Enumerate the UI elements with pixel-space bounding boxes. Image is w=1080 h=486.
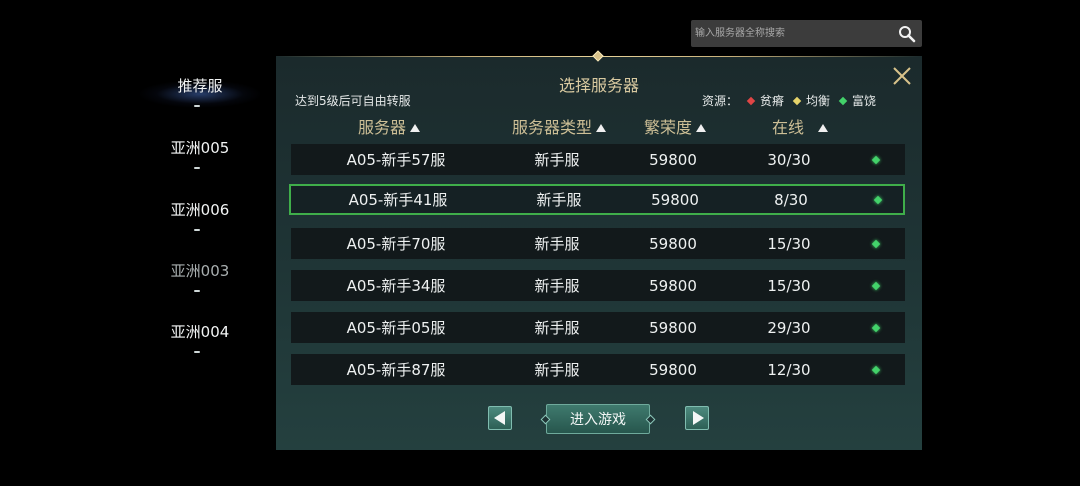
server-name: A05-新手05服	[346, 319, 446, 337]
server-search-input[interactable]	[691, 20, 891, 47]
sort-header-type[interactable]: 服务器类型	[512, 116, 607, 140]
sort-header-server[interactable]: 服务器	[358, 116, 421, 140]
server-type: 新手服	[534, 319, 580, 337]
header-label: 在线	[772, 118, 805, 137]
server-type: 新手服	[534, 361, 580, 379]
enter-game-button[interactable]: 进入游戏	[540, 404, 656, 434]
button-ornament	[540, 414, 551, 425]
server-prosperity: 59800	[649, 276, 697, 295]
transfer-note: 达到5级后可自由转服	[295, 94, 411, 108]
legend-item-label: 贫瘠	[760, 94, 785, 108]
server-prosperity: 59800	[651, 190, 699, 209]
sort-up-icon	[410, 124, 421, 132]
server-online: 12/30	[767, 360, 811, 379]
legend-item-balanced: 均衡	[792, 92, 831, 109]
resource-status	[853, 144, 899, 175]
server-type: 新手服	[536, 191, 582, 209]
green-diamond-icon	[871, 239, 881, 248]
server-row[interactable]: A05-新手34服 新手服 59800 15/30	[291, 270, 905, 301]
server-name: A05-新手70服	[346, 235, 446, 253]
region-tab-asia004[interactable]: 亚洲004	[140, 316, 260, 356]
region-tab-label: 亚洲003	[170, 262, 230, 280]
region-tab-indicator	[194, 105, 200, 107]
search-icon[interactable]	[898, 25, 916, 43]
server-online: 29/30	[767, 318, 811, 337]
legend-item-rich: 富饶	[838, 92, 877, 109]
resource-status	[853, 228, 899, 259]
resource-legend: 资源： 贫瘠 均衡 富饶	[702, 92, 876, 109]
sort-up-icon	[596, 124, 607, 132]
header-label: 繁荣度	[644, 118, 693, 137]
region-tab-asia005[interactable]: 亚洲005	[140, 132, 260, 172]
server-row[interactable]: A05-新手05服 新手服 59800 29/30	[291, 312, 905, 343]
server-row[interactable]: A05-新手87服 新手服 59800 12/30	[291, 354, 905, 385]
sort-up-icon	[696, 124, 707, 132]
green-diamond-icon	[871, 155, 881, 164]
server-online: 15/30	[767, 276, 811, 295]
sort-header-prosperity[interactable]: 繁荣度	[644, 116, 707, 140]
red-diamond-icon	[746, 96, 756, 105]
server-name: A05-新手57服	[346, 151, 446, 169]
region-tab-label: 推荐服	[177, 77, 223, 95]
sort-header-online[interactable]: 在线	[772, 116, 829, 140]
green-diamond-icon	[873, 195, 883, 204]
prev-page-button[interactable]	[488, 406, 512, 430]
region-tab-indicator	[194, 167, 200, 169]
green-diamond-icon	[838, 96, 848, 105]
green-diamond-icon	[871, 365, 881, 374]
panel-top-gem	[592, 50, 604, 62]
server-prosperity: 59800	[649, 150, 697, 169]
green-diamond-icon	[871, 281, 881, 290]
server-name: A05-新手87服	[346, 361, 446, 379]
server-row-selected[interactable]: A05-新手41服 新手服 59800 8/30	[289, 184, 905, 215]
legend-item-label: 富饶	[852, 94, 877, 108]
button-ornament	[645, 414, 656, 425]
region-tab-indicator	[194, 229, 200, 231]
header-label: 服务器类型	[512, 118, 593, 137]
region-tab-label: 亚洲004	[170, 323, 230, 341]
server-row[interactable]: A05-新手70服 新手服 59800 15/30	[291, 228, 905, 259]
server-online: 30/30	[767, 150, 811, 169]
resource-status	[853, 312, 899, 343]
server-select-panel: 选择服务器 达到5级后可自由转服 资源： 贫瘠 均衡 富饶 服务器 服务器类型	[276, 50, 922, 450]
close-icon[interactable]	[891, 65, 913, 87]
server-online: 15/30	[767, 234, 811, 253]
resource-status	[853, 354, 899, 385]
legend-item-label: 均衡	[806, 94, 831, 108]
server-name: A05-新手34服	[346, 277, 446, 295]
legend-label: 资源：	[702, 94, 739, 108]
region-tab-asia006[interactable]: 亚洲006	[140, 194, 260, 234]
enter-game-label: 进入游戏	[570, 412, 626, 428]
region-tab-indicator	[194, 290, 200, 292]
resource-status	[853, 270, 899, 301]
header-label: 服务器	[358, 118, 407, 137]
server-table-header: 服务器 服务器类型 繁荣度 在线	[292, 116, 906, 140]
green-diamond-icon	[871, 323, 881, 332]
server-online: 8/30	[774, 190, 808, 209]
legend-item-poor: 贫瘠	[746, 92, 785, 109]
arrow-left-icon	[493, 411, 505, 425]
next-page-button[interactable]	[685, 406, 709, 430]
region-tab-indicator	[194, 351, 200, 353]
server-search-box[interactable]	[691, 20, 922, 47]
server-type: 新手服	[534, 235, 580, 253]
server-type: 新手服	[534, 151, 580, 169]
yellow-diamond-icon	[792, 96, 802, 105]
server-name: A05-新手41服	[348, 191, 448, 209]
server-row[interactable]: A05-新手57服 新手服 59800 30/30	[291, 144, 905, 175]
region-tab-recommended[interactable]: 推荐服	[140, 70, 260, 110]
server-type: 新手服	[534, 277, 580, 295]
server-prosperity: 59800	[649, 234, 697, 253]
sort-up-icon	[818, 124, 829, 132]
server-prosperity: 59800	[649, 360, 697, 379]
server-prosperity: 59800	[649, 318, 697, 337]
arrow-right-icon	[692, 411, 704, 425]
region-tab-label: 亚洲005	[170, 139, 230, 157]
region-tab-label: 亚洲006	[170, 201, 230, 219]
region-tab-asia003[interactable]: 亚洲003	[140, 255, 260, 295]
resource-status	[855, 186, 901, 213]
